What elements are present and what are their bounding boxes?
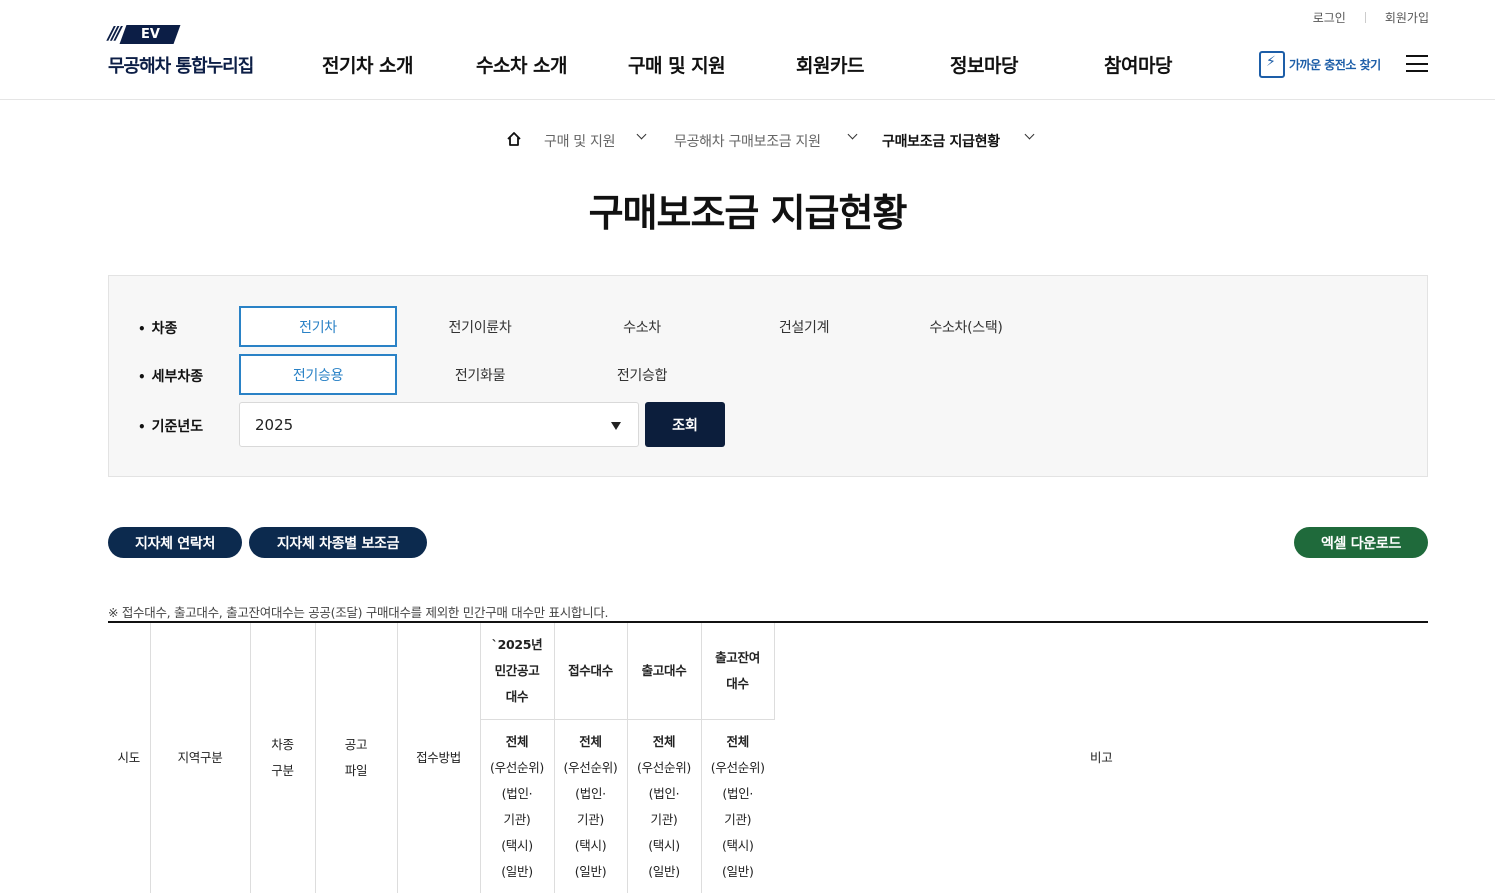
nav-purchase-support[interactable]: 구매 및 지원 [628,51,726,78]
detail-type-option-truck[interactable]: 전기화물 [401,354,559,395]
vehicle-type-option-construction[interactable]: 건설기계 [725,306,883,347]
th-region: 지역구분 [150,622,251,893]
year-select-value: 2025 [255,416,294,434]
login-link[interactable]: 로그인 [1313,9,1346,26]
detail-type-option-van[interactable]: 전기승합 [563,354,721,395]
charger-icon [1259,51,1285,78]
nav-participation[interactable]: 참여마당 [1104,51,1172,78]
chevron-down-icon[interactable] [637,131,647,141]
vehicle-type-option-hydrogen-stack[interactable]: 수소차(스택) [887,306,1045,347]
logo-mark: /// EV [108,24,253,44]
th-sub-released: 전체 (우선순위) (법인· 기관) (택시) (일반) [627,719,702,893]
vehicle-type-option-ev[interactable]: 전기차 [239,306,397,347]
th-sub-announce: 전체 (우선순위) (법인· 기관) (택시) (일반) [480,719,555,893]
th-method: 접수방법 [397,622,481,893]
find-station-label: 가까운 충전소 찾기 [1289,58,1381,72]
detail-type-label: 세부차종 [138,366,204,386]
th-notice-file: 공고 파일 [315,622,398,893]
excel-download-button[interactable]: 엑셀 다운로드 [1294,527,1428,558]
logo-slashes-icon: /// [108,23,122,44]
vehicle-type-label: 차종 [138,318,178,338]
th-vehicle-type: 차종 구분 [250,622,316,893]
dropdown-arrow-icon [611,422,621,430]
vehicle-type-option-e-motorcycle[interactable]: 전기이륜차 [401,306,559,347]
site-header: 로그인 회원가입 /// EV 무공해차 통합누리집 전기차 소개 수소차 소개… [0,0,1495,100]
th-released-count: 출고대수 [627,622,702,720]
local-subsidy-button[interactable]: 지자체 차종별 보조금 [249,527,427,558]
nav-info[interactable]: 정보마당 [950,51,1018,78]
subsidy-status-table: 시도 지역구분 차종 구분 공고 파일 접수방법 `2025년 민간공고 대수 접수대수… [108,621,1428,893]
nav-member-card[interactable]: 회원카드 [796,51,864,78]
chevron-down-icon[interactable] [848,131,858,141]
breadcrumb: 구매 및 지원 무공해차 구매보조금 지원 구매보조금 지급현황 [0,128,1495,152]
year-select[interactable]: 2025 [239,402,639,447]
utility-nav: 로그인 회원가입 [1313,9,1429,26]
breadcrumb-level1[interactable]: 구매 및 지원 [544,131,616,151]
year-label: 기준년도 [138,416,204,436]
search-button[interactable]: 조회 [645,402,725,447]
logo-text: 무공해차 통합누리집 [108,56,254,77]
breadcrumb-level2[interactable]: 무공해차 구매보조금 지원 [674,131,821,151]
local-contact-button[interactable]: 지자체 연락처 [108,527,242,558]
find-station-link[interactable]: 가까운 충전소 찾기 [1259,51,1381,78]
th-received-count: 접수대수 [554,622,628,720]
vehicle-type-option-hydrogen[interactable]: 수소차 [563,306,721,347]
nav-hydrogen-intro[interactable]: 수소차 소개 [476,51,568,78]
th-remaining-count: 출고잔여 대수 [701,622,775,720]
detail-type-option-passenger[interactable]: 전기승용 [239,354,397,395]
site-logo[interactable]: /// EV 무공해차 통합누리집 [108,24,254,78]
th-sub-received: 전체 (우선순위) (법인· 기관) (택시) (일반) [554,719,628,893]
th-note: 비고 [774,622,1428,893]
logo-ev-text: EV [140,26,160,42]
breadcrumb-current[interactable]: 구매보조금 지급현황 [882,131,1000,151]
th-sub-remaining: 전체 (우선순위) (법인· 기관) (택시) (일반) [701,719,774,893]
divider [1364,12,1366,23]
notice-text: ※ 접수대수, 출고대수, 출고잔여대수는 공공(조달) 구매대수를 제외한 민… [108,605,609,620]
chevron-down-icon[interactable] [1025,131,1035,141]
th-announce-count: `2025년 민간공고 대수 [480,622,555,720]
nav-ev-intro[interactable]: 전기차 소개 [322,51,414,78]
signup-link[interactable]: 회원가입 [1385,9,1429,26]
page-title: 구매보조금 지급현황 [588,191,908,235]
th-sido: 시도 [108,622,151,893]
menu-icon[interactable] [1406,55,1428,72]
